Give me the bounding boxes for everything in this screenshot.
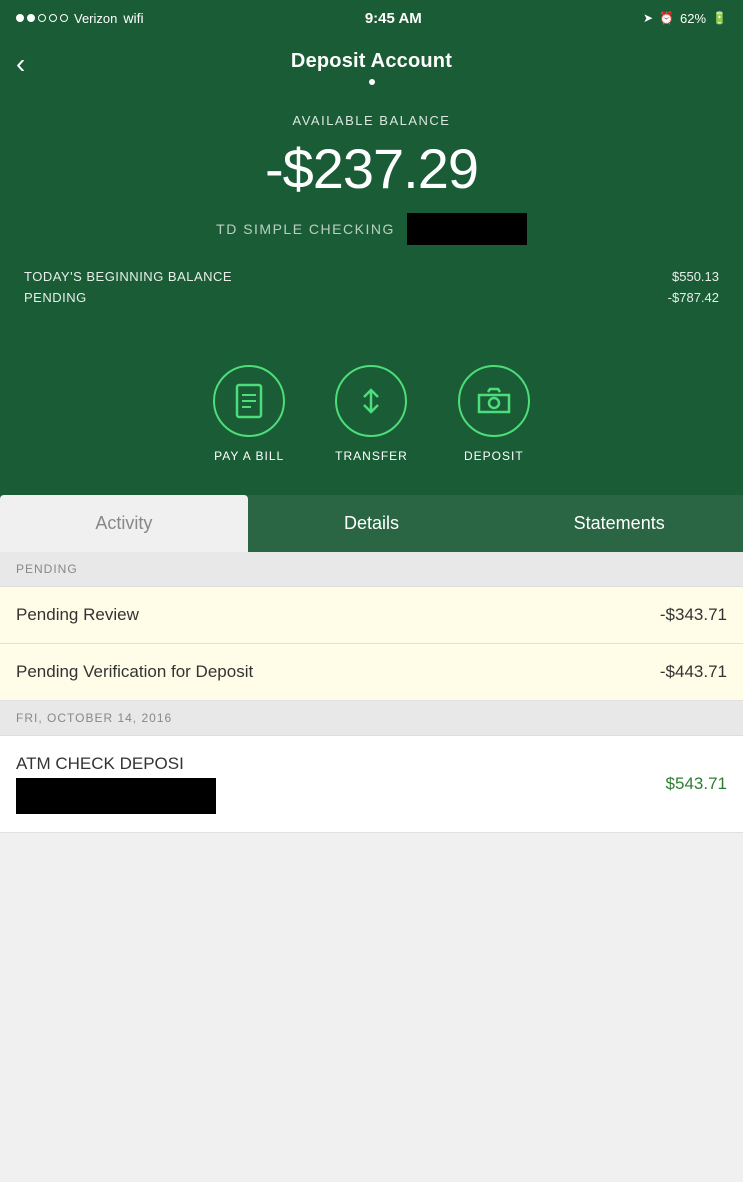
tab-details[interactable]: Details bbox=[248, 495, 496, 552]
pending-balance-row: PENDING -$787.42 bbox=[24, 290, 719, 305]
alarm-icon: ⏰ bbox=[659, 11, 674, 25]
account-name-row: TD SIMPLE CHECKING bbox=[24, 213, 719, 245]
status-left: Verizon wifi bbox=[16, 10, 144, 26]
battery-label: 62% bbox=[680, 11, 706, 26]
tabs-section: Activity Details Statements bbox=[0, 495, 743, 552]
pending-verification-label: Pending Verification for Deposit bbox=[16, 662, 253, 682]
status-time: 9:45 AM bbox=[365, 10, 422, 27]
signal-dot-5 bbox=[60, 14, 68, 22]
signal-dot-2 bbox=[27, 14, 35, 22]
status-bar: Verizon wifi 9:45 AM ➤ ⏰ 62% 🔋 bbox=[0, 0, 743, 36]
header-indicator-dot bbox=[369, 79, 375, 85]
available-balance-label: AVAILABLE BALANCE bbox=[24, 113, 719, 128]
atm-detail-redacted bbox=[16, 778, 216, 814]
atm-label-block: ATM CHECK DEPOSI bbox=[16, 754, 216, 814]
signal-dot-4 bbox=[49, 14, 57, 22]
tab-activity[interactable]: Activity bbox=[0, 495, 248, 552]
camera-icon bbox=[476, 386, 512, 416]
transfer-label: TRANSFER bbox=[335, 449, 408, 463]
transfer-button[interactable]: TRANSFER bbox=[335, 365, 408, 463]
transaction-row-atm[interactable]: ATM CHECK DEPOSI $543.71 bbox=[0, 736, 743, 833]
pending-section-header: PENDING bbox=[0, 552, 743, 587]
pending-review-label: Pending Review bbox=[16, 605, 139, 625]
status-right: ➤ ⏰ 62% 🔋 bbox=[643, 11, 727, 26]
signal-dot-1 bbox=[16, 14, 24, 22]
carrier-label: Verizon bbox=[74, 11, 117, 26]
pay-bill-label: PAY A BILL bbox=[214, 449, 284, 463]
deposit-label: DEPOSIT bbox=[464, 449, 524, 463]
signal-dots bbox=[16, 14, 68, 22]
pending-verification-amount: -$443.71 bbox=[660, 662, 727, 682]
actions-section: PAY A BILL TRANSFER DEPOSIT bbox=[0, 341, 743, 495]
battery-icon: 🔋 bbox=[712, 11, 727, 25]
signal-dot-3 bbox=[38, 14, 46, 22]
wifi-icon: wifi bbox=[123, 10, 143, 26]
tab-statements[interactable]: Statements bbox=[495, 495, 743, 552]
transaction-row-pending-review[interactable]: Pending Review -$343.71 bbox=[0, 587, 743, 644]
content-area: PENDING Pending Review -$343.71 Pending … bbox=[0, 552, 743, 952]
balance-amount: -$237.29 bbox=[24, 136, 719, 201]
account-number-redacted bbox=[407, 213, 527, 245]
pending-balance-label: PENDING bbox=[24, 290, 87, 305]
pending-review-amount: -$343.71 bbox=[660, 605, 727, 625]
pending-balance-value: -$787.42 bbox=[668, 290, 719, 305]
page-header: ‹ Deposit Account bbox=[0, 36, 743, 93]
balance-section: AVAILABLE BALANCE -$237.29 TD SIMPLE CHE… bbox=[0, 93, 743, 341]
location-icon: ➤ bbox=[643, 11, 653, 25]
pay-bill-circle bbox=[213, 365, 285, 437]
pay-a-bill-button[interactable]: PAY A BILL bbox=[213, 365, 285, 463]
account-name: TD SIMPLE CHECKING bbox=[216, 221, 395, 237]
dated-section-header: FRI, OCTOBER 14, 2016 bbox=[0, 701, 743, 736]
back-button[interactable]: ‹ bbox=[16, 50, 25, 78]
transaction-row-pending-verification[interactable]: Pending Verification for Deposit -$443.7… bbox=[0, 644, 743, 701]
today-beginning-balance-label: TODAY'S BEGINNING BALANCE bbox=[24, 269, 232, 284]
deposit-circle bbox=[458, 365, 530, 437]
transfer-icon bbox=[354, 384, 388, 418]
pay-bill-icon bbox=[233, 383, 265, 419]
today-beginning-balance-row: TODAY'S BEGINNING BALANCE $550.13 bbox=[24, 269, 719, 284]
atm-label: ATM CHECK DEPOSI bbox=[16, 754, 216, 774]
page-title: Deposit Account bbox=[16, 50, 727, 73]
deposit-button[interactable]: DEPOSIT bbox=[458, 365, 530, 463]
atm-amount: $543.71 bbox=[666, 774, 727, 794]
today-beginning-balance-value: $550.13 bbox=[672, 269, 719, 284]
transfer-circle bbox=[335, 365, 407, 437]
